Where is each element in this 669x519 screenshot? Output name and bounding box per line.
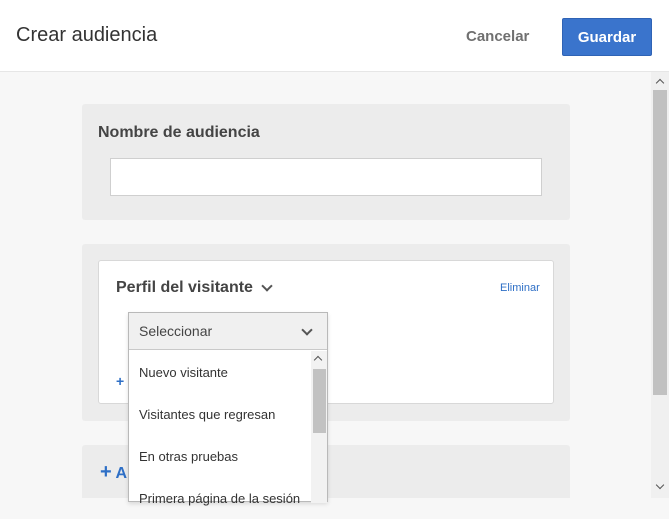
audience-name-input[interactable]: [110, 158, 542, 196]
scrollbar-thumb[interactable]: [313, 369, 326, 433]
dialog-header: Crear audiencia Cancelar Guardar: [0, 0, 669, 72]
add-section-label: A: [115, 465, 128, 482]
select-scrollbar[interactable]: [311, 351, 327, 503]
save-button[interactable]: Guardar: [562, 18, 652, 56]
visitor-profile-title: Perfil del visitante: [116, 279, 253, 296]
chevron-down-icon[interactable]: [655, 480, 665, 490]
chevron-up-icon[interactable]: [313, 355, 323, 365]
visitor-profile-select[interactable]: Seleccionar Nuevo visitante Visitantes q…: [128, 312, 328, 506]
dialog-title: Crear audiencia: [16, 24, 158, 46]
select-option[interactable]: Primera página de la sesión: [129, 477, 311, 519]
select-current-value[interactable]: Seleccionar: [129, 313, 327, 350]
visitor-profile-toggle[interactable]: Perfil del visitante: [116, 279, 273, 297]
select-options-list: Nuevo visitante Visitantes que regresan …: [129, 351, 311, 519]
audience-name-card: Nombre de audiencia: [82, 104, 570, 220]
chevron-down-icon: [261, 280, 273, 292]
add-section-button[interactable]: + A: [100, 461, 127, 484]
audience-name-label: Nombre de audiencia: [98, 124, 260, 141]
chevron-down-icon: [301, 324, 313, 336]
scrollbar-thumb[interactable]: [653, 90, 667, 395]
delete-link[interactable]: Eliminar: [500, 282, 540, 294]
cancel-button[interactable]: Cancelar: [466, 28, 529, 45]
select-option[interactable]: En otras pruebas: [129, 435, 311, 477]
select-option[interactable]: Nuevo visitante: [129, 351, 311, 393]
page-scrollbar[interactable]: [651, 72, 669, 498]
plus-icon: +: [100, 461, 112, 483]
select-value-text: Seleccionar: [139, 323, 213, 339]
add-condition-button[interactable]: +: [116, 373, 124, 389]
chevron-up-icon[interactable]: [655, 78, 665, 88]
select-option[interactable]: Visitantes que regresan: [129, 393, 311, 435]
